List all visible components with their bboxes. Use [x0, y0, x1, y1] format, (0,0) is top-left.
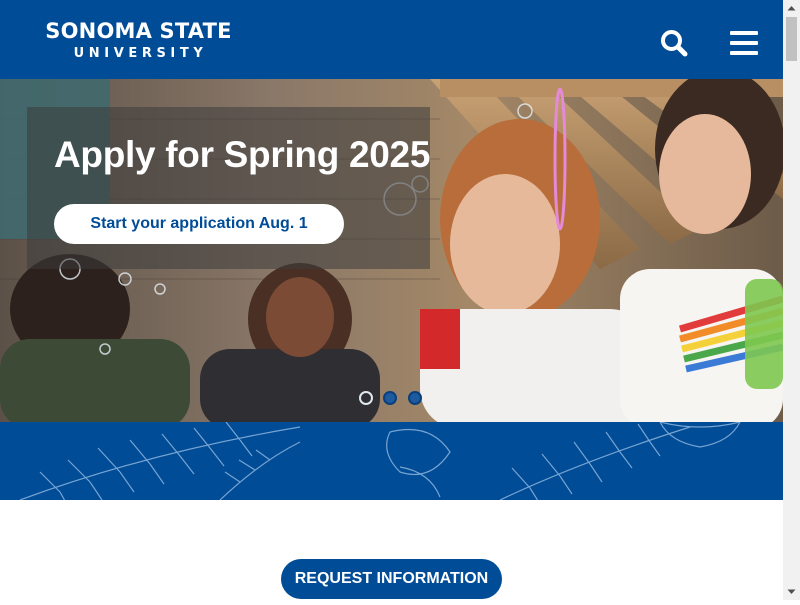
page: SONOMA STATE UNIVERSITY Apply for Spring…	[0, 0, 783, 600]
scrollbar-thumb[interactable]	[786, 17, 797, 61]
hero-text-panel	[27, 107, 430, 269]
fern-illustration	[19, 422, 741, 500]
hamburger-menu-icon	[730, 31, 758, 55]
carousel-dot-3[interactable]	[408, 391, 422, 405]
search-button[interactable]	[659, 28, 689, 58]
hero-title: Apply for Spring 2025	[54, 134, 431, 175]
vertical-scrollbar[interactable]	[783, 0, 800, 600]
logo-line-1: SONOMA STATE	[45, 19, 232, 43]
logo-line-2: UNIVERSITY	[73, 46, 208, 61]
fern-pattern-band	[0, 422, 783, 500]
chevron-down-icon	[787, 589, 796, 594]
carousel-dot-2[interactable]	[383, 391, 397, 405]
start-application-button[interactable]: Start your application Aug. 1	[54, 204, 344, 244]
site-header: SONOMA STATE UNIVERSITY	[0, 0, 783, 79]
search-icon	[661, 30, 688, 57]
scroll-down-arrow[interactable]	[783, 583, 800, 600]
university-logo[interactable]: SONOMA STATE UNIVERSITY	[36, 18, 241, 68]
scroll-up-arrow[interactable]	[783, 0, 800, 17]
hero-carousel: Apply for Spring 2025 Start your applica…	[0, 79, 783, 422]
request-information-button[interactable]: REQUEST INFORMATION	[281, 559, 502, 599]
chevron-up-icon	[787, 6, 796, 11]
carousel-dot-1[interactable]	[359, 391, 373, 405]
menu-button[interactable]	[728, 28, 760, 58]
